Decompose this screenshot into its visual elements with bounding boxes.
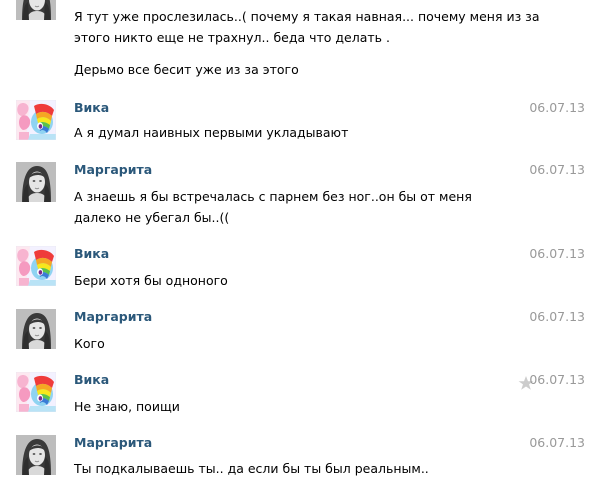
message-text: Бери хотя бы одноного — [74, 270, 544, 291]
message-paragraph: Ты подкалываешь ты.. да если бы ты был р… — [74, 461, 429, 476]
message-author[interactable]: Маргарита — [74, 309, 152, 325]
message-date[interactable]: 06.07.13 — [529, 372, 585, 388]
message-item: Маргарита 06.07.13 Кого — [0, 309, 598, 359]
message-date[interactable]: 06.07.13 — [529, 100, 585, 116]
pony-cartoon-avatar[interactable] — [16, 246, 56, 286]
girl-photo-avatar[interactable] — [16, 0, 56, 20]
message-item: Вика 06.07.13 Не знаю, поищи — [0, 372, 598, 422]
message-paragraph: Я тут уже прослезилась..( почему я такая… — [74, 9, 540, 45]
message-text: А знаешь я бы встречалась с парнем без н… — [74, 186, 514, 228]
pony-cartoon-avatar-icon — [16, 372, 56, 412]
message-paragraph: Дерьмо все бесит уже из за этого — [74, 62, 299, 77]
girl-photo-avatar[interactable] — [16, 435, 56, 475]
message-date[interactable]: 06.07.13 — [529, 309, 585, 325]
message-date[interactable]: 06.07.13 — [529, 162, 585, 178]
pony-cartoon-avatar-icon — [16, 100, 56, 140]
message-paragraph: Бери хотя бы одноного — [74, 273, 228, 288]
message-feed: Я тут уже прослезилась..( почему я такая… — [0, 0, 598, 481]
girl-photo-avatar[interactable] — [16, 162, 56, 202]
message-text: Кого — [74, 333, 544, 354]
message-item: Я тут уже прослезилась..( почему я такая… — [0, 0, 598, 86]
message-paragraph: Кого — [74, 336, 105, 351]
message-author[interactable]: Вика — [74, 100, 109, 116]
message-date[interactable]: 06.07.13 — [529, 246, 585, 262]
message-paragraph: А я думал наивных первыми укладывают — [74, 125, 349, 140]
pony-cartoon-avatar[interactable] — [16, 372, 56, 412]
girl-photo-avatar-icon — [16, 0, 56, 20]
message-item: Маргарита 06.07.13 Ты подкалываешь ты.. … — [0, 435, 598, 481]
message-text: Я тут уже прослезилась..( почему я такая… — [74, 6, 544, 80]
girl-photo-avatar[interactable] — [16, 309, 56, 349]
message-item: Вика 06.07.13 А я думал наивных первыми … — [0, 100, 598, 150]
message-author[interactable]: Вика — [74, 246, 109, 262]
message-paragraph: А знаешь я бы встречалась с парнем без н… — [74, 189, 472, 225]
girl-photo-avatar-icon — [16, 162, 56, 202]
girl-photo-avatar-icon — [16, 309, 56, 349]
message-item: Вика 06.07.13 Бери хотя бы одноного — [0, 246, 598, 296]
pony-cartoon-avatar[interactable] — [16, 100, 56, 140]
message-paragraph: Не знаю, поищи — [74, 399, 180, 414]
message-author[interactable]: Маргарита — [74, 162, 152, 178]
message-author[interactable]: Маргарита — [74, 435, 152, 451]
message-text: Ты подкалываешь ты.. да если бы ты был р… — [74, 458, 544, 479]
message-date[interactable]: 06.07.13 — [529, 435, 585, 451]
girl-photo-avatar-icon — [16, 435, 56, 475]
message-text: А я думал наивных первыми укладывают — [74, 122, 544, 143]
pony-cartoon-avatar-icon — [16, 246, 56, 286]
message-item: Маргарита 06.07.13 А знаешь я бы встреча… — [0, 162, 598, 234]
message-text: Не знаю, поищи — [74, 396, 544, 417]
message-author[interactable]: Вика — [74, 372, 109, 388]
